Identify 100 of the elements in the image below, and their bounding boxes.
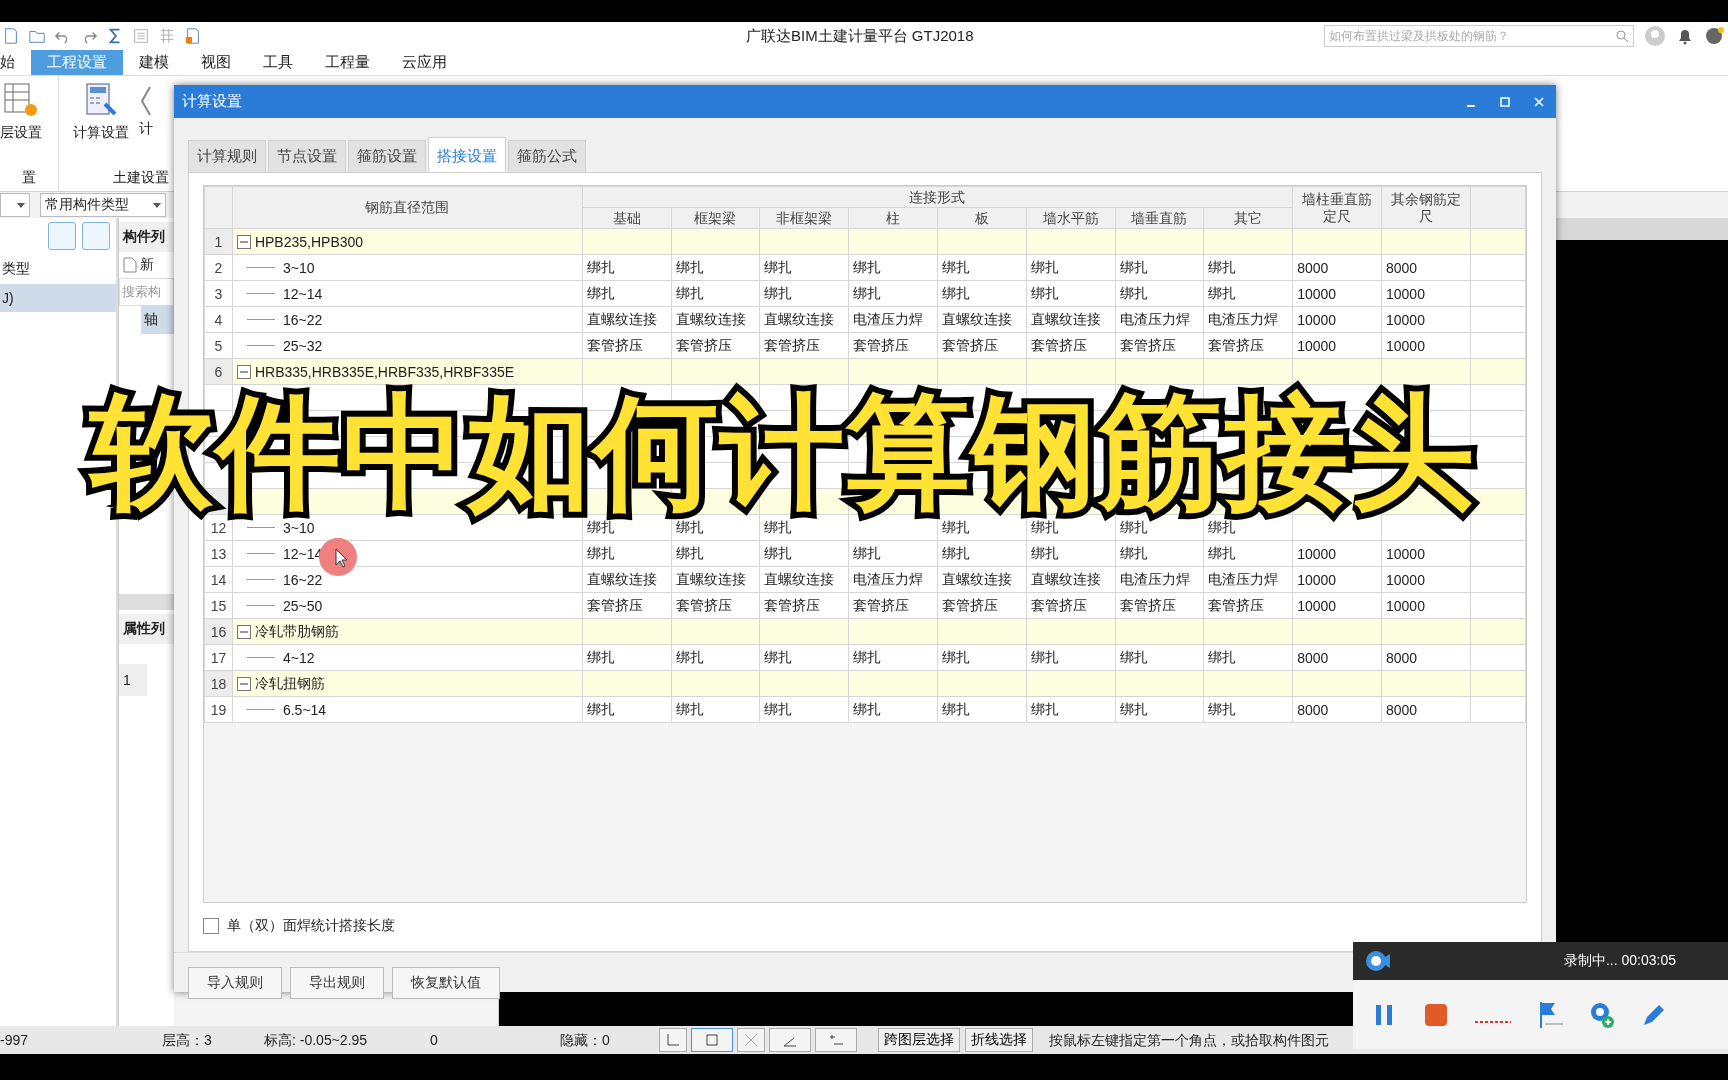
status-text: 0 xyxy=(430,1032,438,1048)
row-number: 1 xyxy=(119,664,147,696)
collapse-icon[interactable] xyxy=(236,234,251,249)
table-cell: 绑扎 xyxy=(759,696,849,723)
ribbon-button[interactable]: 计算设置 xyxy=(73,80,129,142)
table-cell: 绑扎 xyxy=(1026,696,1116,723)
bell-icon[interactable] xyxy=(1676,27,1694,45)
table-cell: 套管挤压 xyxy=(1115,332,1204,359)
table-cell: 绑扎 xyxy=(759,644,849,671)
table-cell: 套管挤压 xyxy=(759,592,849,619)
menu-tab[interactable]: 工程量 xyxy=(309,50,386,75)
table-cell: 绑扎 xyxy=(1115,540,1204,567)
group-label: HRB335,HRB335E,HRBF335,HRBF335E xyxy=(254,363,515,380)
dropdown[interactable]: 常用构件类型 xyxy=(40,193,166,217)
group-label: 冷轧扭钢筋 xyxy=(254,674,325,693)
table-cell: 10000 xyxy=(1381,592,1471,619)
table-cell: 绑扎 xyxy=(671,254,760,281)
ribbon-button[interactable]: 层设置 xyxy=(0,80,42,142)
table-cell: 10000 xyxy=(1292,280,1382,307)
table-cell: 套管挤压 xyxy=(759,332,849,359)
chat-icon[interactable] xyxy=(1704,26,1724,46)
row-number: 5 xyxy=(204,332,233,359)
table-cell: 套管挤压 xyxy=(582,332,671,359)
table-cell: 10000 xyxy=(1292,540,1382,567)
diameter-range: 25~32 xyxy=(282,337,323,354)
table-cell: 套管挤压 xyxy=(582,592,671,619)
tab[interactable]: 计算规则 xyxy=(188,140,266,172)
offset-icon[interactable] xyxy=(815,1028,857,1052)
row-number: 16 xyxy=(204,618,233,645)
dialog-button[interactable]: 导出规则 xyxy=(290,967,384,999)
new-button[interactable]: 新 xyxy=(119,252,174,278)
angle-icon[interactable] xyxy=(769,1028,811,1052)
toolbar-button[interactable]: 折线选择 xyxy=(965,1028,1033,1052)
search-icon[interactable] xyxy=(1615,29,1629,43)
table-cell: 8000 xyxy=(1292,696,1382,723)
table-cell: 套管挤压 xyxy=(671,332,760,359)
table-cell: 10000 xyxy=(1292,566,1382,593)
maximize-icon[interactable] xyxy=(1498,94,1512,109)
ribbon-button[interactable]: 计 xyxy=(139,80,153,138)
table-cell: 绑扎 xyxy=(937,696,1027,723)
tab[interactable]: 搭接设置 xyxy=(428,137,506,172)
table-cell: 绑扎 xyxy=(1203,644,1293,671)
panel-title: 属性列 xyxy=(119,614,174,644)
tree-item[interactable]: J) xyxy=(0,284,116,312)
dialog-button[interactable]: 恢复默认值 xyxy=(392,967,500,999)
export-icon[interactable] xyxy=(184,27,202,45)
angle-tool-icon[interactable] xyxy=(659,1028,687,1052)
collapse-icon[interactable] xyxy=(236,676,251,691)
menu-tab[interactable]: 云应用 xyxy=(386,50,463,75)
table-cell: 10000 xyxy=(1381,540,1471,567)
dialog-button[interactable]: 导入规则 xyxy=(188,967,282,999)
component-item[interactable]: 轴 xyxy=(141,306,174,334)
table-cell: 电渣压力焊 xyxy=(1115,566,1204,593)
table-cell: 绑扎 xyxy=(1115,254,1204,281)
cross-icon[interactable] xyxy=(737,1028,765,1052)
camera-icon xyxy=(1365,949,1391,973)
collapse-icon[interactable] xyxy=(236,624,251,639)
table-cell: 绑扎 xyxy=(1026,644,1116,671)
row-number: 2 xyxy=(204,254,233,281)
window-title: 广联达BIM土建计量平台 GTJ2018 xyxy=(746,27,974,46)
table-cell: 绑扎 xyxy=(582,280,671,307)
document-icon[interactable] xyxy=(2,27,20,45)
diameter-range: 12~14 xyxy=(282,285,323,302)
dropdown[interactable] xyxy=(0,193,30,217)
menu-tab[interactable]: 工具 xyxy=(247,50,309,75)
caret-icon xyxy=(153,202,161,208)
menu-tab[interactable]: 视图 xyxy=(185,50,247,75)
tab[interactable]: 节点设置 xyxy=(268,140,346,172)
table-cell: 8000 xyxy=(1381,254,1471,281)
checkbox[interactable] xyxy=(203,918,219,934)
select-tool-icon[interactable] xyxy=(691,1028,733,1052)
collapse-icon[interactable] xyxy=(236,364,251,379)
table-cell: 绑扎 xyxy=(671,644,760,671)
status-hint: 按鼠标左键指定第一个角点，或拾取构件图元 xyxy=(1049,1032,1329,1050)
table-cell: 绑扎 xyxy=(671,280,760,307)
row-number: 6 xyxy=(204,358,233,385)
table-cell: 10000 xyxy=(1292,332,1382,359)
table-cell: 电渣压力焊 xyxy=(848,306,938,333)
menu-tab[interactable]: 始 xyxy=(0,50,31,75)
tree-item[interactable]: 类型 xyxy=(0,254,116,284)
close-icon[interactable] xyxy=(1532,94,1546,109)
menu-tab[interactable]: 建模 xyxy=(123,50,185,75)
table-cell: 绑扎 xyxy=(759,254,849,281)
table-cell: 绑扎 xyxy=(1203,696,1293,723)
table-cell: 电渣压力焊 xyxy=(1203,306,1293,333)
status-text: -997 xyxy=(0,1032,29,1048)
grid-icon[interactable] xyxy=(158,27,176,45)
row-number: 19 xyxy=(204,696,233,723)
status-text: 标高: -0.05~2.95 xyxy=(264,1032,368,1050)
table-cell: 直螺纹连接 xyxy=(671,306,760,333)
toolbar-button[interactable]: 跨图层选择 xyxy=(878,1028,960,1052)
table-cell: 绑扎 xyxy=(937,280,1027,307)
tab[interactable]: 箍筋设置 xyxy=(348,140,426,172)
table-cell: 套管挤压 xyxy=(671,592,760,619)
tab[interactable]: 箍筋公式 xyxy=(508,140,586,172)
table-cell: 套管挤压 xyxy=(848,332,938,359)
report-icon[interactable] xyxy=(132,27,150,45)
diameter-range: 4~12 xyxy=(282,649,315,666)
caret-icon xyxy=(17,202,25,208)
table-cell: 8000 xyxy=(1292,254,1382,281)
